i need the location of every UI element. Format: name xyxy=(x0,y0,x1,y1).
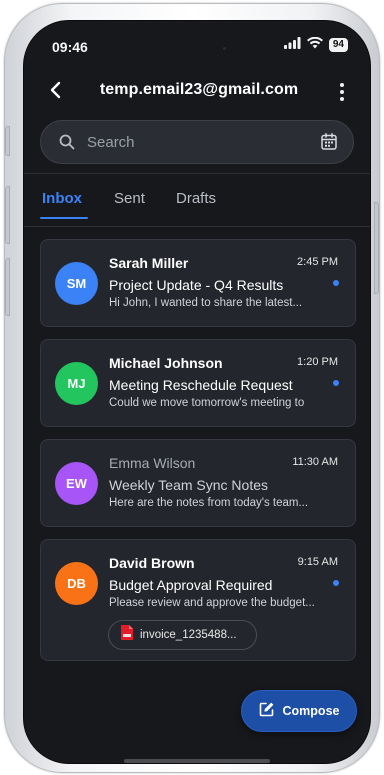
email-item[interactable]: EW Emma Wilson 11:30 AM Weekly Team Sync… xyxy=(40,439,356,527)
active-tab-indicator xyxy=(40,217,88,219)
email-item[interactable]: DB David Brown 9:15 AM Budget Approval R… xyxy=(40,539,356,661)
camera-dot xyxy=(223,47,226,50)
search-icon xyxy=(59,134,75,155)
search-input[interactable] xyxy=(87,121,307,163)
signal-icon xyxy=(283,36,301,54)
app-header: temp.email23@gmail.com xyxy=(24,73,370,109)
email-time: 11:30 AM xyxy=(292,456,338,468)
screen: 09:46 94 temp.email23@gmail.com Search I… xyxy=(23,20,371,764)
avatar: EW xyxy=(55,462,98,505)
divider xyxy=(24,226,370,227)
email-sender: David Brown xyxy=(109,555,195,571)
tab-drafts[interactable]: Drafts xyxy=(176,190,216,207)
email-subject: Weekly Team Sync Notes xyxy=(109,477,268,493)
status-time: 09:46 xyxy=(52,39,88,55)
more-options-button[interactable] xyxy=(332,79,352,105)
mute-switch xyxy=(5,126,10,156)
pdf-file-icon xyxy=(120,624,134,646)
phone-frame: 09:46 94 temp.email23@gmail.com Search I… xyxy=(4,3,380,773)
unread-indicator xyxy=(333,580,339,586)
email-preview: Here are the notes from today's team... xyxy=(109,497,309,509)
email-time: 1:20 PM xyxy=(297,356,338,368)
email-time: 2:45 PM xyxy=(297,256,338,268)
unread-indicator xyxy=(333,280,339,286)
account-email-title: temp.email23@gmail.com xyxy=(99,81,299,98)
status-bar: 09:46 94 xyxy=(24,21,370,65)
avatar: SM xyxy=(55,262,98,305)
email-preview: Hi John, I wanted to share the latest... xyxy=(109,297,303,309)
compose-label: Compose xyxy=(282,704,340,718)
more-vertical-icon-dot xyxy=(340,97,344,101)
email-item[interactable]: MJ Michael Johnson 1:20 PM Meeting Resch… xyxy=(40,339,356,427)
avatar: DB xyxy=(55,562,98,605)
tab-inbox[interactable]: Inbox xyxy=(42,190,82,207)
attachment-chip[interactable]: invoice_1235488... xyxy=(108,620,257,650)
avatar: MJ xyxy=(55,362,98,405)
email-subject: Budget Approval Required xyxy=(109,577,273,593)
calendar-icon[interactable] xyxy=(321,133,337,155)
search-bar[interactable] xyxy=(40,120,354,164)
wifi-icon xyxy=(306,36,323,54)
unread-indicator xyxy=(333,380,339,386)
more-vertical-icon xyxy=(340,83,344,87)
home-indicator[interactable] xyxy=(124,759,270,763)
tab-sent[interactable]: Sent xyxy=(114,190,145,207)
volume-up-button xyxy=(5,186,10,244)
status-icons: 94 xyxy=(283,36,348,54)
email-item[interactable]: SM Sarah Miller 2:45 PM Project Update -… xyxy=(40,239,356,327)
edit-icon xyxy=(259,701,275,722)
attachment-filename: invoice_1235488... xyxy=(140,629,237,641)
compose-button[interactable]: Compose xyxy=(241,690,357,732)
battery-indicator: 94 xyxy=(328,38,348,52)
email-sender: Emma Wilson xyxy=(109,455,196,471)
email-sender: Michael Johnson xyxy=(109,355,223,371)
more-vertical-icon-dot xyxy=(340,90,344,94)
power-button xyxy=(374,202,379,294)
mailbox-tabs: Inbox Sent Drafts xyxy=(24,174,370,228)
email-subject: Meeting Reschedule Request xyxy=(109,377,293,393)
email-preview: Could we move tomorrow's meeting to xyxy=(109,397,305,409)
email-time: 9:15 AM xyxy=(297,556,338,568)
email-preview: Please review and approve the budget... xyxy=(109,597,315,609)
volume-down-button xyxy=(5,258,10,316)
email-sender: Sarah Miller xyxy=(109,255,189,271)
email-subject: Project Update - Q4 Results xyxy=(109,277,284,293)
